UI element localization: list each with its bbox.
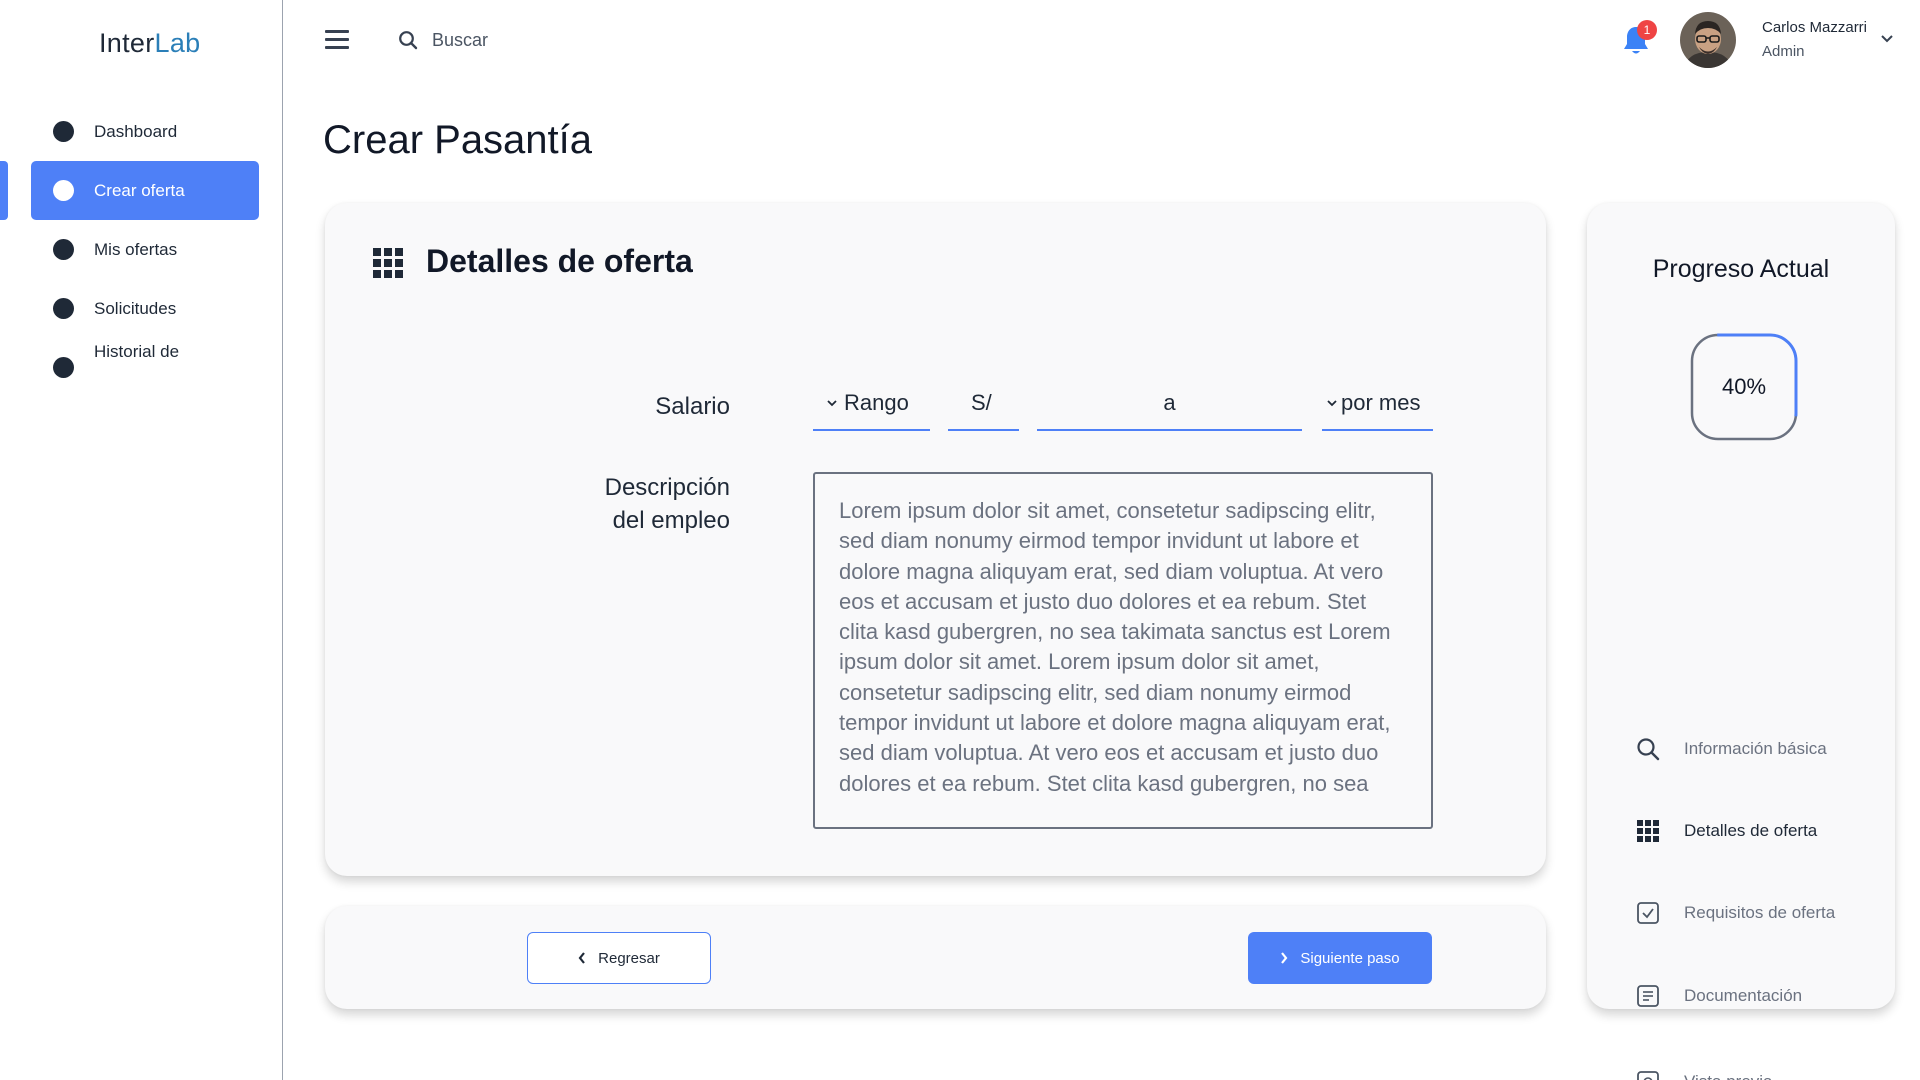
dot-icon (53, 180, 74, 201)
dot-icon (53, 357, 74, 378)
salary-period-select[interactable]: por mes (1322, 377, 1433, 431)
sidebar-item-label: Historial de (94, 342, 180, 361)
dot-icon (53, 298, 74, 319)
search-bar (398, 26, 672, 54)
sidebar-item-label: Dashboard (94, 121, 178, 141)
salary-period-value: por mes (1341, 390, 1421, 415)
step-informacion-basica[interactable]: Información básica (1635, 734, 1827, 764)
sidebar-item-dashboard[interactable]: Dashboard (0, 102, 283, 161)
step-label: Vista previa (1684, 1072, 1773, 1080)
back-button[interactable]: Regresar (527, 932, 711, 984)
section-title: Detalles de oferta (426, 243, 693, 279)
checkbox-icon (1637, 902, 1659, 924)
grid-icon (1637, 820, 1659, 842)
sidebar-item-solicitudes[interactable]: Solicitudes (0, 279, 283, 338)
active-indicator (0, 161, 8, 220)
document-icon (1637, 985, 1659, 1007)
sidebar-nav: Dashboard Crear oferta Mis ofertas Solic… (0, 102, 283, 388)
range-separator: a (1163, 390, 1176, 415)
chevron-right-icon (1281, 952, 1288, 964)
salary-type-value: Rango (844, 390, 909, 415)
avatar[interactable] (1680, 12, 1736, 68)
sidebar-item-crear-oferta[interactable]: Crear oferta (0, 161, 283, 220)
notification-badge: 1 (1637, 20, 1657, 40)
sidebar-item-label: Mis ofertas (94, 239, 178, 259)
currency-field[interactable]: S/ (948, 377, 1019, 431)
step-label: Requisitos de oferta (1684, 903, 1836, 922)
step-label: Detalles de oferta (1684, 821, 1818, 840)
next-step-button[interactable]: Siguiente paso (1248, 932, 1432, 984)
preview-icon (1637, 1071, 1659, 1080)
grid-icon (373, 248, 403, 278)
description-label-line2: del empleo (612, 507, 730, 534)
search-icon (1637, 738, 1660, 761)
description-label-line1: Descripción (604, 474, 730, 501)
currency-value: S/ (971, 390, 992, 415)
user-name: Carlos Mazzarri (1762, 19, 1868, 36)
step-documentacion[interactable]: Documentación (1635, 981, 1802, 1011)
page-title: Crear Pasantía (323, 118, 593, 162)
chevron-down-icon (1327, 400, 1337, 407)
description-label: Descripción del empleo (525, 471, 730, 537)
dot-icon (53, 239, 74, 260)
sidebar-item-historial[interactable]: Historial de (0, 338, 283, 388)
hamburger-menu-icon[interactable] (325, 30, 349, 50)
search-icon[interactable] (398, 30, 418, 50)
progress-card: Progreso Actual 40% Información básica D… (1587, 203, 1895, 1080)
app-logo[interactable]: InterLab (99, 28, 200, 59)
sidebar-item-mis-ofertas[interactable]: Mis ofertas (0, 220, 283, 279)
progress-title: Progreso Actual (1652, 255, 1830, 283)
step-label: Documentación (1684, 986, 1803, 1005)
search-input[interactable] (432, 29, 672, 51)
progress-value: 40% (1721, 374, 1767, 399)
offer-details-card: Detalles de oferta Salario Rango S/ a po… (325, 203, 1546, 876)
step-label: Información básica (1684, 739, 1827, 758)
logo-text-part2: Lab (154, 28, 201, 58)
next-step-label: Siguiente paso (1300, 949, 1400, 967)
navigation-footer-card: Regresar Siguiente paso (325, 906, 1546, 1009)
sidebar: InterLab Dashboard Crear oferta Mis ofer… (0, 0, 283, 1080)
user-role: Admin (1762, 43, 1805, 60)
dot-icon (53, 121, 74, 142)
chevron-down-icon[interactable] (1880, 34, 1894, 44)
logo-text-part1: Inter (99, 28, 155, 58)
step-requisitos-oferta[interactable]: Requisitos de oferta (1635, 898, 1835, 928)
step-vista-previa[interactable]: Vista previa (1635, 1067, 1773, 1080)
sidebar-item-label: Crear oferta (94, 180, 185, 200)
chevron-down-icon (827, 400, 837, 407)
salary-range-field[interactable]: a (1037, 377, 1302, 431)
sidebar-item-label: Solicitudes (94, 298, 177, 318)
salary-label: Salario (655, 393, 730, 420)
salary-type-select[interactable]: Rango (813, 377, 930, 431)
chevron-left-icon (578, 952, 585, 964)
description-textarea[interactable]: Lorem ipsum dolor sit amet, consetetur s… (813, 472, 1433, 829)
step-detalles-oferta[interactable]: Detalles de oferta (1635, 816, 1817, 846)
back-button-label: Regresar (598, 949, 660, 967)
